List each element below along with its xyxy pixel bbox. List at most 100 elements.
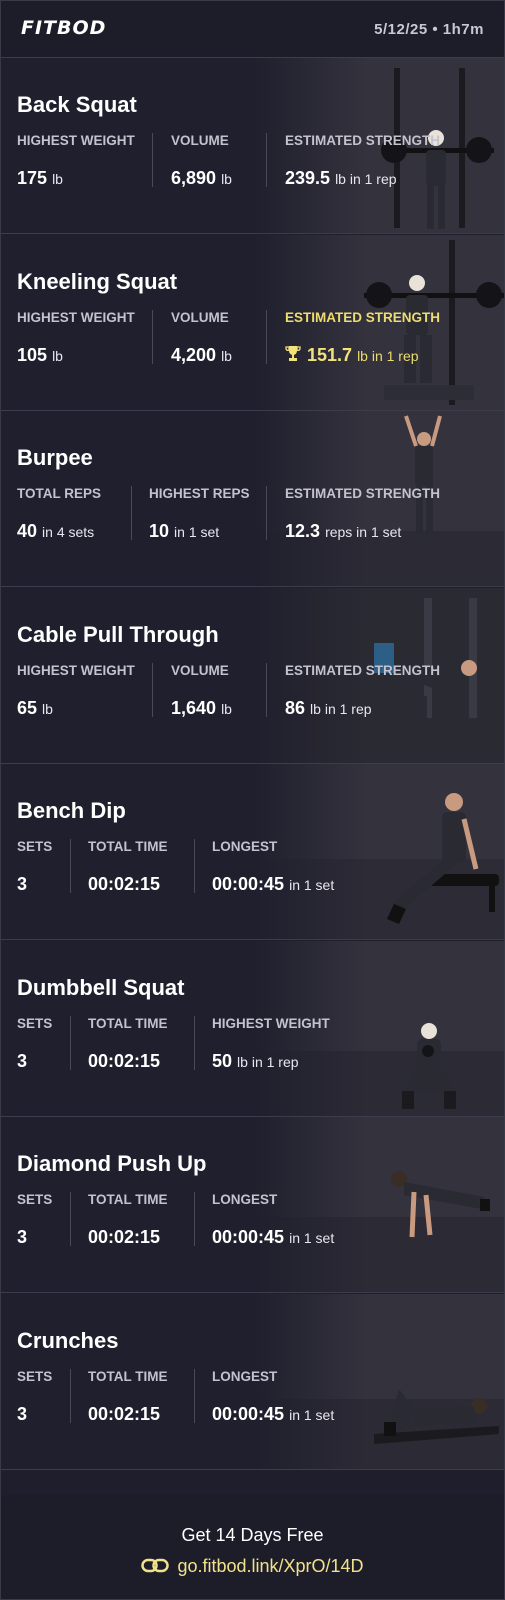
stat-number: 12.3 — [285, 521, 321, 541]
stat-label: SETS — [17, 1015, 53, 1031]
stat-unit: lb in 1 rep — [357, 347, 419, 364]
stat-label: SETS — [17, 1368, 53, 1384]
stat-value: 00:02:15 — [88, 1051, 160, 1072]
stat-number: 00:00:45 — [212, 874, 285, 894]
stat-number: 00:02:15 — [88, 1050, 161, 1071]
exercise-name: Cable Pull Through — [17, 621, 219, 647]
stat-value: 86 lb in 1 rep — [285, 698, 372, 719]
stat-number: 86 — [285, 697, 306, 718]
workout-date-duration: 5/12/25 • 1h7m — [374, 21, 484, 38]
stat-number: 4,200 — [171, 344, 217, 365]
stat-label: ESTIMATED STRENGTH — [285, 133, 440, 148]
stat-divider — [70, 1368, 71, 1423]
stat-value: 00:00:45 in 1 set — [212, 1227, 334, 1248]
stat-number: 00:02:15 — [88, 1403, 161, 1424]
stat-number: 00:00:45 — [212, 1227, 285, 1247]
link-icon — [141, 1558, 170, 1573]
stat-label: VOLUME — [171, 133, 229, 148]
stat-unit: lb — [221, 347, 232, 364]
exercise-card-burpee[interactable]: Burpee TOTAL REPS 40 in 4 sets HIGHEST REPS… — [1, 411, 504, 587]
stat-value: 4,200 lb — [171, 345, 232, 366]
exercise-card-diamond-push-up[interactable]: Diamond Push Up SETS 3 TOTAL TIME 00:02:15 LO… — [1, 1117, 504, 1293]
stat-divider — [194, 839, 195, 893]
stat-number: 50 — [212, 1050, 233, 1071]
stat-label: TOTAL REPS — [17, 486, 102, 501]
stat-value: 00:00:45 in 1 set — [212, 1404, 334, 1425]
bench-dip-photo — [254, 764, 504, 939]
stat-number: 3 — [17, 874, 28, 894]
stat-label: VOLUME — [171, 662, 229, 678]
stat-label: HIGHEST WEIGHT — [17, 309, 135, 325]
stat-value: 1,640 lb — [171, 698, 232, 719]
exercise-card-kneeling-squat[interactable]: Kneeling Squat HIGHEST WEIGHT 105 lb VOLUME… — [1, 234, 504, 411]
stat-label: LONGEST — [212, 1368, 278, 1384]
stat-label: SETS — [17, 839, 53, 854]
header: FITBOD 5/12/25 • 1h7m — [1, 1, 504, 58]
stat-divider — [70, 839, 71, 893]
stat-number: 3 — [17, 1050, 28, 1071]
exercise-name: Crunches — [17, 1327, 119, 1353]
stat-unit: in 1 set — [289, 877, 335, 893]
stat-label: VOLUME — [171, 309, 229, 325]
stat-label: LONGEST — [212, 1192, 278, 1207]
exercise-card-crunches[interactable]: Crunches SETS 3 TOTAL TIME 00:02:15 LONGEST 00… — [1, 1293, 504, 1470]
stat-value: 3 — [17, 1051, 27, 1072]
stat-divider — [152, 133, 153, 187]
stat-label: ESTIMATED STRENGTH — [285, 486, 440, 501]
stat-divider — [152, 309, 153, 364]
stat-value: 00:02:15 — [88, 874, 160, 895]
exercise-name: Dumbbell Squat — [17, 974, 185, 1000]
stat-number: 00:02:15 — [88, 874, 161, 894]
stat-unit: in 4 sets — [42, 524, 95, 540]
stat-divider — [266, 486, 267, 540]
stat-label: HIGHEST WEIGHT — [212, 1015, 330, 1031]
stat-divider — [266, 309, 267, 364]
stat-divider — [152, 662, 153, 717]
stat-unit: lb in 1 rep — [310, 700, 372, 717]
exercise-card-cable-pull-through[interactable]: Cable Pull Through HIGHEST WEIGHT 65 lb VOL… — [1, 587, 504, 764]
stat-value: 50 lb in 1 rep — [212, 1051, 299, 1072]
stat-divider — [194, 1368, 195, 1423]
stat-divider — [70, 1015, 71, 1070]
stat-value: 3 — [17, 1227, 27, 1248]
stat-number: 1,640 — [171, 697, 217, 718]
stat-number: 10 — [149, 521, 170, 541]
stat-unit: in 1 set — [174, 524, 220, 540]
workout-summary: FITBOD 5/12/25 • 1h7m Back Squat HIGHEST … — [0, 0, 505, 1600]
exercise-card-back-squat[interactable]: Back Squat HIGHEST WEIGHT 175 lb VOLUME 6,89… — [1, 58, 504, 234]
stat-unit: in 1 set — [289, 1406, 335, 1423]
stat-divider — [266, 662, 267, 717]
stat-divider — [131, 486, 132, 540]
stat-label: ESTIMATED STRENGTH — [285, 309, 440, 325]
stat-value: 12.3 reps in 1 set — [285, 521, 401, 542]
stat-number: 3 — [17, 1403, 28, 1424]
stat-value: 105 lb — [17, 345, 63, 366]
stat-label: ESTIMATED STRENGTH — [285, 662, 440, 678]
trophy-icon — [285, 345, 301, 361]
stat-label: HIGHEST WEIGHT — [17, 133, 135, 148]
stat-value: 151.7 lb in 1 rep — [285, 345, 419, 366]
stat-number: 65 — [17, 697, 38, 718]
exercise-card-bench-dip[interactable]: Bench Dip SETS 3 TOTAL TIME 00:02:15 LONGEST 0… — [1, 764, 504, 940]
exercise-name: Back Squat — [17, 92, 137, 117]
stat-divider — [266, 133, 267, 187]
stat-value: 10 in 1 set — [149, 521, 219, 542]
exercise-card-dumbbell-squat[interactable]: Dumbbell Squat SETS 3 TOTAL TIME 00:02:15 HIG… — [1, 940, 504, 1117]
stat-unit: lb — [221, 171, 232, 187]
stat-number: 175 — [17, 168, 48, 188]
stat-value: 00:02:15 — [88, 1227, 160, 1248]
stat-label: SETS — [17, 1192, 53, 1207]
trial-link[interactable]: go.fitbod.link/XprO/14D — [1, 1556, 504, 1577]
exercise-name: Bench Dip — [17, 798, 126, 823]
stat-value: 239.5 lb in 1 rep — [285, 168, 397, 189]
stat-value: 175 lb — [17, 168, 63, 189]
stat-value: 6,890 lb — [171, 168, 232, 189]
stat-unit: lb in 1 rep — [237, 1053, 299, 1070]
stat-label: LONGEST — [212, 839, 278, 854]
diamond-push-up-photo — [254, 1117, 504, 1292]
free-trial-text: Get 14 Days Free — [181, 1525, 324, 1545]
stat-number: 40 — [17, 521, 38, 541]
stat-value: 00:00:45 in 1 set — [212, 874, 334, 895]
stat-label: TOTAL TIME — [88, 1192, 168, 1207]
fitbod-logo: FITBOD — [21, 17, 107, 39]
